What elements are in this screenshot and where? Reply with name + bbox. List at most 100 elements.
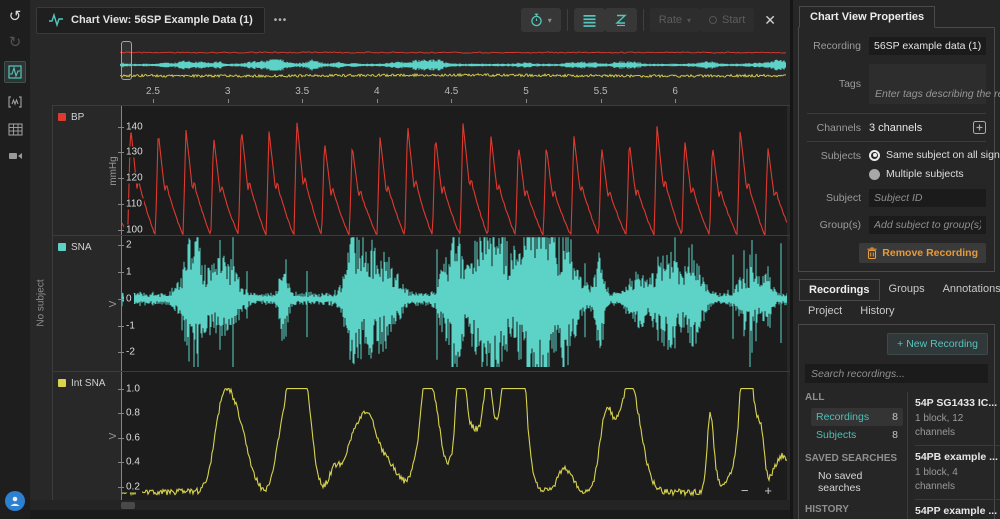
- time-tick-mark: [526, 99, 527, 103]
- autoscale-button[interactable]: [605, 8, 637, 32]
- video-icon[interactable]: [7, 148, 23, 164]
- stopwatch-dropdown-button[interactable]: ▾: [521, 8, 561, 32]
- recording-card[interactable]: 54PP example ... 1 block, 9 channels: [915, 499, 1000, 519]
- undo-icon[interactable]: ↺: [9, 9, 22, 24]
- stacked-lines-icon: [583, 14, 596, 27]
- subject-id-input[interactable]: [869, 189, 986, 207]
- radio-unselected-icon: [869, 169, 880, 180]
- time-tick-label: 3: [225, 86, 231, 97]
- tab-overflow-menu-icon[interactable]: •••: [274, 15, 288, 26]
- recording-card-title: 54PB example ...: [915, 451, 998, 463]
- nav-no-saved-searches: No saved searches: [805, 469, 903, 495]
- window-bottom-strip: [30, 510, 790, 519]
- channel-area: No subject BP mmHg 140130120110100: [30, 105, 790, 500]
- channel-color-chip-sna: [58, 243, 66, 251]
- tab-annotations[interactable]: Annotations: [934, 279, 1000, 301]
- horizontal-scrollbar[interactable]: [30, 500, 790, 510]
- radio-same-subject-label: Same subject on all signals: [886, 149, 1000, 161]
- time-axis-gutter: [30, 83, 120, 105]
- time-axis[interactable]: 2.533.544.555.56: [120, 83, 786, 105]
- time-tick-mark: [228, 99, 229, 103]
- y-tick-label: 100: [124, 224, 145, 235]
- tags-input[interactable]: Enter tags describing the recording: [869, 64, 986, 104]
- overview-selection-handle[interactable]: [121, 41, 132, 80]
- channel-name-sna[interactable]: SNA: [71, 242, 92, 253]
- tab-history[interactable]: History: [851, 301, 903, 321]
- chevron-down-icon: ▾: [548, 16, 552, 25]
- left-sidebar: ↺ ↻: [0, 0, 30, 519]
- rate-dropdown-button[interactable]: Rate ▾: [650, 8, 700, 32]
- channel-row-sna: SNA V 210-1-2: [53, 235, 790, 371]
- subjects-label: Subjects: [807, 150, 861, 162]
- zoom-in-button[interactable]: +: [764, 483, 772, 498]
- chart-window: Chart View: 56SP Example Data (1) ••• ▾: [30, 0, 790, 519]
- y-tick-label: 110: [124, 199, 144, 210]
- channel-unit-sna: V: [108, 300, 119, 307]
- groups-label: Group(s): [807, 219, 861, 231]
- y-tick-label: 120: [124, 173, 145, 184]
- trash-icon: [867, 247, 877, 259]
- tab-groups[interactable]: Groups: [880, 279, 934, 301]
- nav-saved-searches-header: SAVED SEARCHES: [805, 453, 903, 464]
- nav-item-recordings[interactable]: Recordings 8: [811, 408, 903, 426]
- chart-toolbar: Chart View: 56SP Example Data (1) ••• ▾: [30, 0, 790, 40]
- zoom-out-button[interactable]: −: [741, 483, 749, 498]
- recording-card[interactable]: 54PB example ... 1 block, 4 channels: [915, 445, 1000, 499]
- add-channel-button[interactable]: [973, 121, 986, 134]
- chart-pulse-glyph: [8, 65, 22, 79]
- channel-row-bp: BP mmHg 140130120110100: [53, 105, 790, 235]
- radio-multiple-subjects[interactable]: Multiple subjects: [869, 168, 1000, 180]
- time-tick-label: 3.5: [295, 86, 309, 97]
- signal-brackets-icon[interactable]: [7, 94, 23, 110]
- time-tick-mark: [377, 99, 378, 103]
- plot-intsna[interactable]: 1.00.80.60.40.2: [121, 372, 787, 500]
- chart-view-icon[interactable]: [4, 61, 26, 83]
- recording-card-title: 54P SG1433 IC...: [915, 397, 998, 409]
- close-icon[interactable]: ✕: [754, 12, 782, 29]
- channel-unit-bp: mmHg: [108, 156, 119, 185]
- plot-sna[interactable]: 210-1-2: [121, 236, 787, 371]
- start-sampling-button[interactable]: Start: [700, 8, 754, 32]
- recording-name-input[interactable]: [869, 37, 986, 55]
- plot-bp[interactable]: 140130120110100: [121, 106, 787, 235]
- table-view-icon[interactable]: [7, 121, 23, 137]
- chart-view-tab[interactable]: Chart View: 56SP Example Data (1): [36, 7, 265, 34]
- radio-same-subject[interactable]: Same subject on all signals: [869, 149, 1000, 161]
- recording-card[interactable]: 54P SG1433 IC... 1 block, 12 channels: [915, 392, 1000, 445]
- recording-card-list: 54P SG1433 IC... 1 block, 12 channels 54…: [907, 392, 1000, 519]
- chart-view-properties-panel: Chart View Properties Recording Tags Ent…: [793, 0, 1000, 272]
- overview-row: [30, 40, 790, 83]
- search-recordings-input[interactable]: [805, 364, 988, 383]
- redo-icon[interactable]: ↻: [9, 35, 22, 50]
- y-tick-label: 1.0: [124, 383, 142, 394]
- stack-channels-button[interactable]: [574, 8, 605, 32]
- user-avatar[interactable]: [5, 491, 25, 511]
- nav-recordings-count: 8: [892, 411, 898, 423]
- channel-name-intsna[interactable]: Int SNA: [71, 378, 105, 389]
- horizontal-scrollbar-thumb[interactable]: [121, 502, 135, 509]
- nav-item-subjects[interactable]: Subjects 8: [811, 426, 903, 444]
- new-recording-button[interactable]: + New Recording: [887, 333, 988, 355]
- tab-project[interactable]: Project: [799, 301, 851, 321]
- groups-input[interactable]: [869, 216, 986, 234]
- channel-label-intsna: Int SNA V: [53, 372, 121, 500]
- remove-recording-label: Remove Recording: [882, 247, 978, 259]
- y-tick-label: 130: [124, 147, 145, 158]
- time-axis-row: 2.533.544.555.56: [30, 83, 790, 105]
- radio-multiple-subjects-label: Multiple subjects: [886, 168, 964, 180]
- y-tick-label: 0.8: [124, 408, 142, 419]
- channels-count: 3 channels: [869, 122, 973, 134]
- overview-strip[interactable]: [120, 40, 786, 83]
- radio-selected-icon: [869, 150, 880, 161]
- time-tick-mark: [451, 99, 452, 103]
- browser-nav: ALL Recordings 8 Subjects 8 SAVED SEARCH…: [805, 392, 907, 519]
- divider: [807, 141, 986, 142]
- remove-recording-button[interactable]: Remove Recording: [859, 243, 986, 263]
- nav-subjects-label: Subjects: [816, 429, 856, 441]
- tab-recordings[interactable]: Recordings: [799, 279, 880, 301]
- recording-card-meta: 1 block, 12 channels: [915, 412, 987, 439]
- channel-name-bp[interactable]: BP: [71, 112, 84, 123]
- chart-tab-title: Chart View: 56SP Example Data (1): [71, 14, 253, 26]
- y-tick-label: -2: [124, 347, 137, 358]
- properties-panel-tab[interactable]: Chart View Properties: [799, 6, 935, 28]
